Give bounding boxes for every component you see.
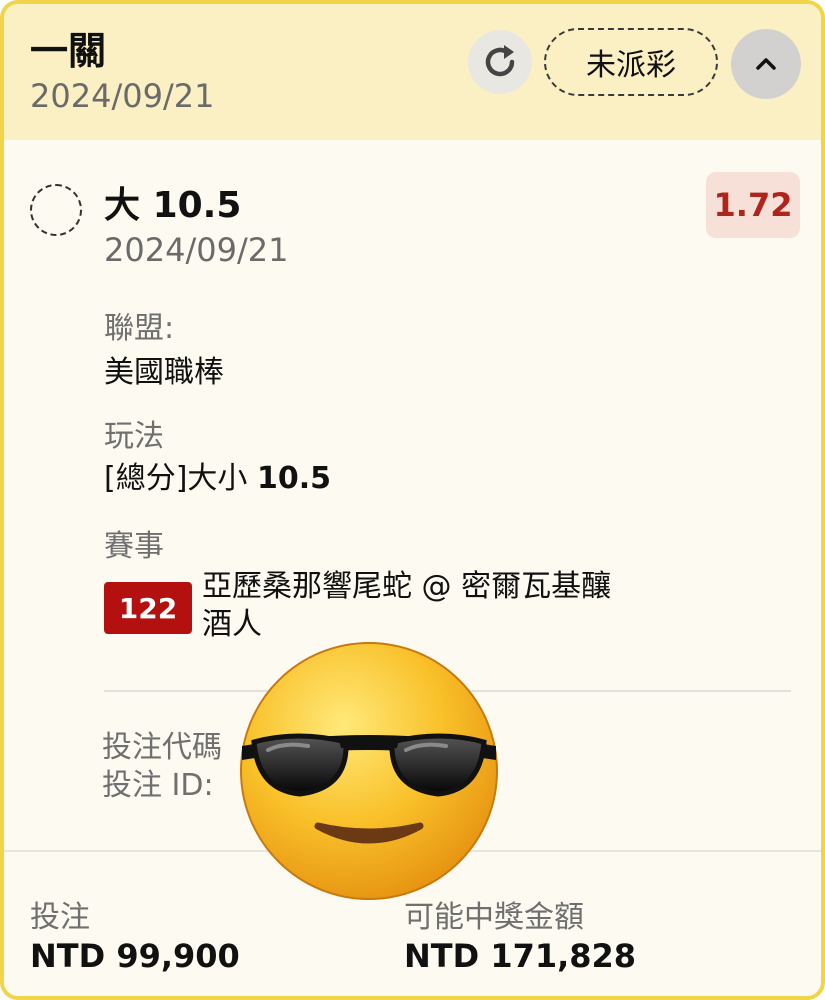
event-name-line-1: 亞歷桑那響尾蛇 @ 密爾瓦基釀	[202, 569, 612, 604]
payout-label: 可能中獎金額	[404, 900, 584, 935]
selection-title: 大 10.5	[104, 184, 241, 228]
refresh-button[interactable]	[468, 30, 532, 94]
header-date: 2024/09/21	[30, 77, 215, 115]
event-label: 賽事	[104, 529, 164, 564]
selection-line: 10.5	[152, 185, 242, 226]
sunglasses-emoji	[240, 642, 498, 900]
market-label: 玩法	[104, 419, 164, 454]
bet-code-label: 投注代碼	[102, 730, 222, 765]
league-value: 美國職棒	[104, 355, 224, 390]
event-name: 亞歷桑那響尾蛇 @ 密爾瓦基釀 酒人	[202, 568, 682, 644]
refresh-icon	[485, 45, 515, 77]
collapse-button[interactable]	[731, 29, 801, 99]
stake-value: NTD 99,900	[30, 937, 240, 975]
market-line: 10.5	[256, 461, 331, 496]
selection-date: 2024/09/21	[104, 231, 289, 269]
payout-status-badge: 未派彩	[544, 28, 718, 96]
bet-type-title: 一關	[30, 29, 107, 73]
selection-prefix: 大	[104, 185, 141, 226]
league-label: 聯盟:	[104, 311, 175, 346]
payout-value: NTD 171,828	[404, 937, 637, 975]
chevron-up-icon	[756, 58, 776, 70]
selection-radio[interactable]	[30, 184, 82, 236]
market-text: [總分]大小	[104, 461, 248, 496]
stake-label: 投注	[30, 900, 90, 935]
market-value: [總分]大小 10.5	[104, 460, 331, 498]
bet-header: 一關 2024/09/21 未派彩	[4, 4, 821, 140]
event-number-badge: 122	[104, 582, 192, 634]
bet-id-label: 投注 ID:	[102, 768, 214, 803]
odds-badge: 1.72	[706, 172, 800, 238]
bet-slip-card: 一關 2024/09/21 未派彩 大 10.5 2024/09/21 1.72…	[0, 0, 825, 1000]
